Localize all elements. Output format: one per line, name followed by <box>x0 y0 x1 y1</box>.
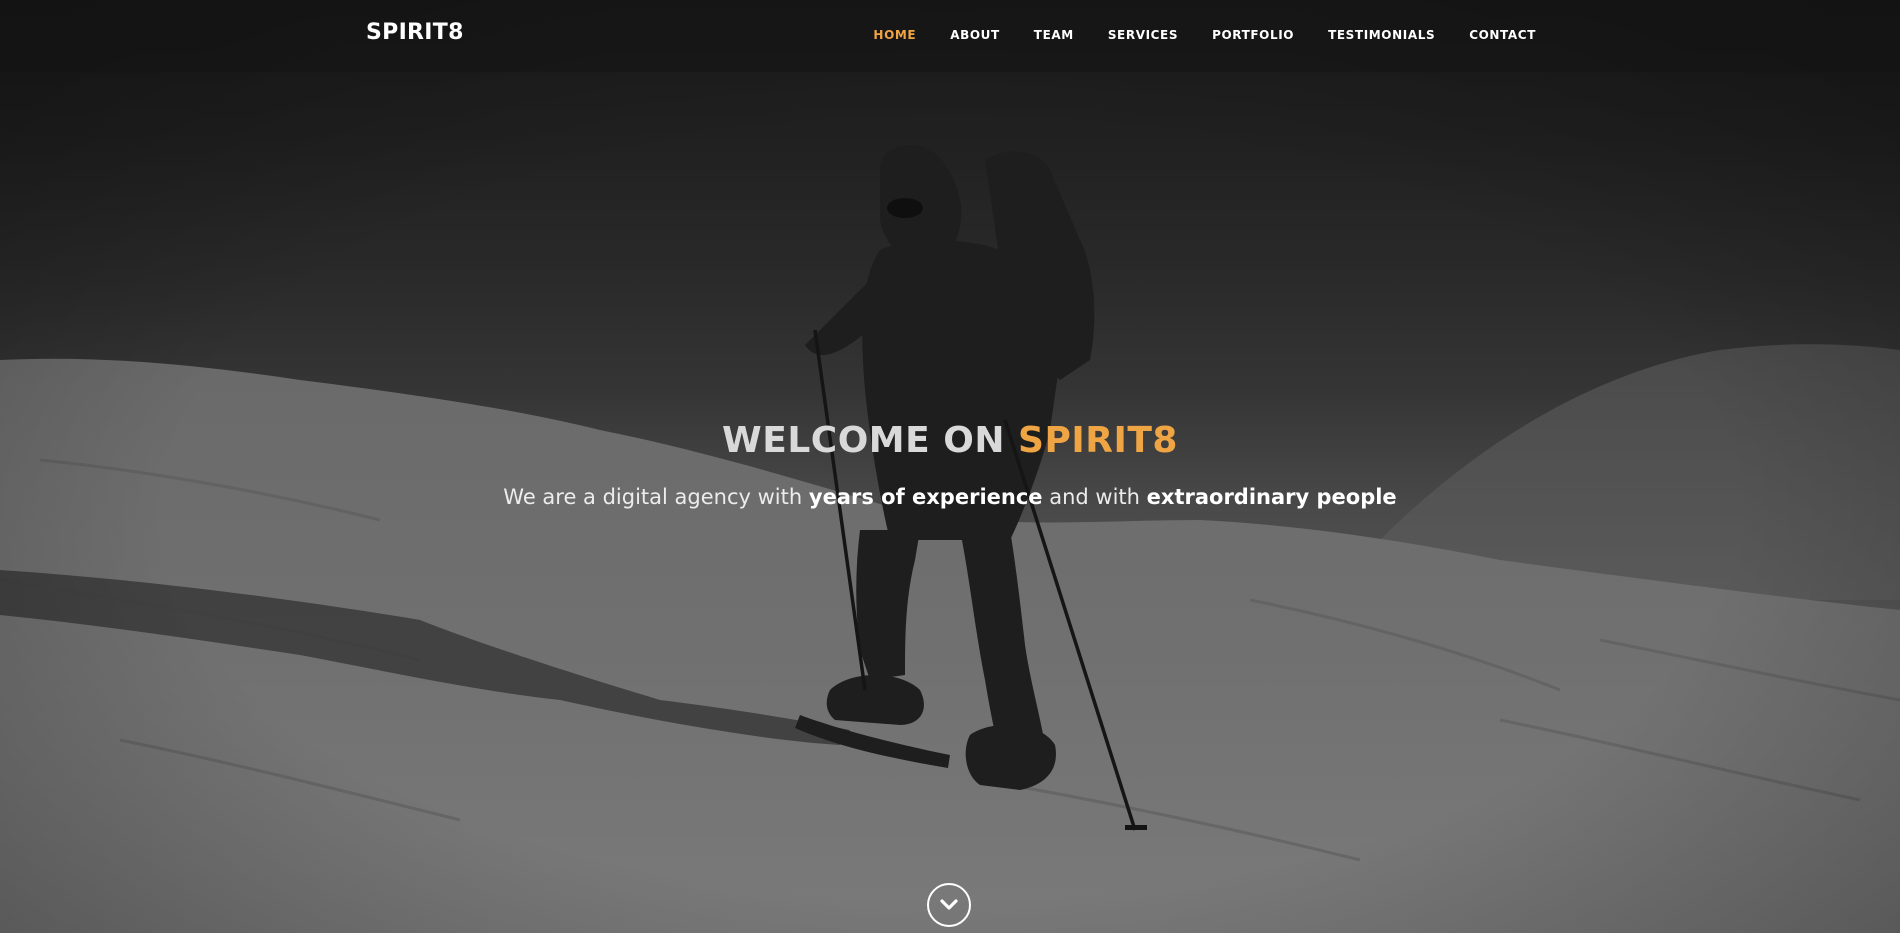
hero-title: WELCOME ON SPIRIT8 <box>0 420 1900 461</box>
nav-item-portfolio[interactable]: PORTFOLIO <box>1212 28 1294 42</box>
hero-sub-bold2: extraordinary people <box>1146 485 1397 509</box>
snow-hiker-icon <box>0 0 1900 933</box>
nav-item-team[interactable]: TEAM <box>1034 28 1074 42</box>
main-nav: HOME ABOUT TEAM SERVICES PORTFOLIO TESTI… <box>839 28 1536 42</box>
nav-item-home[interactable]: HOME <box>873 28 916 42</box>
hero-title-accent: SPIRIT8 <box>1018 420 1178 461</box>
brand-logo[interactable]: SPIRIT8 <box>366 20 464 45</box>
chevron-down-icon <box>940 899 958 910</box>
hero-subtitle: We are a digital agency with years of ex… <box>0 485 1900 509</box>
scroll-down-button[interactable] <box>927 883 971 927</box>
top-navbar: SPIRIT8 HOME ABOUT TEAM SERVICES PORTFOL… <box>0 0 1900 72</box>
hero-title-prefix: WELCOME ON <box>722 420 1005 461</box>
hero-section: SPIRIT8 HOME ABOUT TEAM SERVICES PORTFOL… <box>0 0 1900 933</box>
hero-sub-part2: and with <box>1049 485 1140 509</box>
nav-item-services[interactable]: SERVICES <box>1108 28 1178 42</box>
nav-item-about[interactable]: ABOUT <box>950 28 1000 42</box>
nav-item-testimonials[interactable]: TESTIMONIALS <box>1328 28 1435 42</box>
hero-sub-bold1: years of experience <box>808 485 1043 509</box>
hero-sub-part1: We are a digital agency with <box>503 485 803 509</box>
nav-item-contact[interactable]: CONTACT <box>1469 28 1536 42</box>
